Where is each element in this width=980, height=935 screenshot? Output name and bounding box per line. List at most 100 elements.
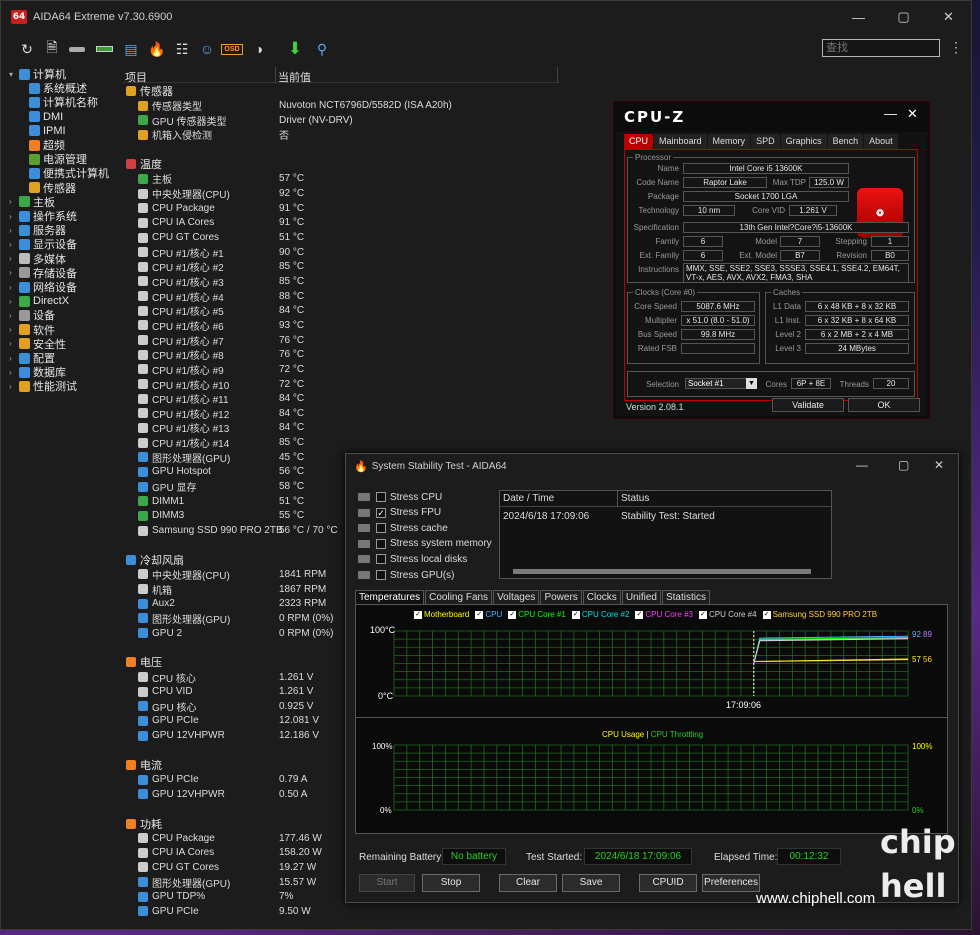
sensor-row[interactable]: GPU 核心 0.925 V [126, 699, 313, 714]
legend-item[interactable]: ✓ Samsung SSD 990 PRO 2TB [762, 610, 877, 619]
expand-right-icon[interactable]: › [9, 240, 19, 249]
tree-item[interactable]: › 多媒体 [9, 252, 66, 266]
tree-item[interactable]: › 数据库 [9, 365, 66, 379]
legend-item[interactable]: ✓ CPU Core #2 [571, 610, 629, 619]
sensor-row[interactable]: CPU VID 1.261 V [126, 685, 313, 699]
sensor-row[interactable]: GPU 12VHPWR 12.186 V [126, 729, 319, 743]
sensor-row[interactable]: CPU #1/核心 #9 72 °C [126, 362, 304, 377]
sensor-section-header[interactable]: 功耗 [126, 817, 162, 831]
save-button[interactable]: Save [562, 874, 620, 892]
expand-right-icon[interactable]: › [9, 197, 19, 206]
tree-item[interactable]: › 服务器 [9, 223, 66, 237]
stop-button[interactable]: Stop [422, 874, 480, 892]
legend-item[interactable]: ✓ CPU [475, 610, 502, 619]
sensor-row[interactable]: CPU #1/核心 #7 76 °C [126, 333, 304, 348]
sensor-row[interactable]: CPU Package 177.46 W [126, 831, 322, 845]
cpuz-tab[interactable]: Mainboard [654, 134, 707, 149]
horizontal-scrollbar[interactable] [513, 569, 811, 574]
sensor-row[interactable]: CPU Package 91 °C [126, 201, 304, 215]
expand-right-icon[interactable]: › [9, 254, 19, 263]
tree-item[interactable]: › 安全性 [9, 337, 66, 351]
sensor-row[interactable]: DIMM3 55 °C [126, 509, 304, 523]
sensor-row[interactable]: Aux2 2323 RPM [126, 597, 326, 611]
column-resize-handle[interactable] [275, 67, 276, 83]
stress-option[interactable]: Stress CPU [358, 490, 442, 504]
more-options-icon[interactable]: ⋮ [949, 39, 963, 56]
clear-button[interactable]: Clear [499, 874, 557, 892]
sensor-row[interactable]: 主板 57 °C [126, 172, 304, 186]
computer-icon[interactable]: ▤ [121, 39, 141, 59]
tree-item[interactable]: › 存储设备 [9, 266, 77, 280]
cpuz-tab[interactable]: SPD [751, 134, 780, 149]
sensor-row[interactable]: GPU 传感器类型 Driver (NV-DRV) [126, 113, 353, 128]
sensor-section-header[interactable]: 温度 [126, 157, 162, 171]
ok-button[interactable]: OK [848, 398, 920, 412]
stress-checkbox[interactable] [376, 554, 386, 565]
expand-right-icon[interactable]: › [9, 325, 19, 334]
sensor-row[interactable]: CPU #1/核心 #3 85 °C [126, 274, 304, 289]
legend-item[interactable]: ✓ CPU Core #1 [508, 610, 566, 619]
stress-option[interactable]: Stress cache [358, 521, 448, 535]
search-input[interactable] [822, 39, 940, 57]
legend-checkbox[interactable]: ✓ [762, 610, 771, 619]
legend-checkbox[interactable]: ✓ [414, 610, 422, 619]
sensor-row[interactable]: CPU #1/核心 #12 84 °C [126, 406, 304, 421]
sensor-row[interactable]: CPU #1/核心 #4 88 °C [126, 289, 304, 304]
cpuid-button[interactable]: CPUID [639, 874, 697, 892]
sensor-section-header[interactable]: 冷却风扇 [126, 553, 184, 567]
legend-item[interactable]: ✓ Motherboard [414, 610, 469, 619]
expand-right-icon[interactable]: › [9, 212, 19, 221]
selection-dropdown[interactable]: Socket #1 [685, 378, 755, 389]
sensor-row[interactable]: CPU #1/核心 #13 84 °C [126, 421, 304, 435]
column-resize-handle[interactable] [557, 67, 558, 83]
tree-item[interactable]: › 配置 [9, 351, 55, 365]
tree-item[interactable]: 计算机名称 [29, 95, 98, 109]
sensor-row[interactable]: CPU 核心 1.261 V [126, 670, 313, 685]
cpuz-tab[interactable]: Graphics [780, 134, 827, 149]
stress-checkbox[interactable] [376, 570, 386, 580]
sensor-section-header[interactable]: 电压 [126, 655, 162, 669]
sensor-row[interactable]: 图形处理器(GPU) 15.57 W [126, 875, 316, 890]
preferences-button[interactable]: Preferences [702, 874, 760, 892]
graph-tab[interactable]: Cooling Fans [425, 590, 493, 604]
log-col-date[interactable]: Date / Time [503, 493, 554, 504]
close-icon[interactable]: ✕ [934, 458, 944, 472]
maximize-icon[interactable]: ▢ [898, 458, 909, 472]
cpuz-tab[interactable]: About [864, 134, 898, 149]
graph-tab[interactable]: Statistics [661, 590, 710, 604]
sensor-row[interactable]: CPU #1/核心 #10 72 °C [126, 377, 304, 392]
sensor-row[interactable]: GPU 2 0 RPM (0%) [126, 626, 333, 640]
legend-checkbox[interactable]: ✓ [635, 610, 644, 619]
sensor-row[interactable]: 机箱入侵检测 否 [126, 128, 289, 142]
sensor-row[interactable]: 中央处理器(CPU) 92 °C [126, 187, 304, 201]
expand-down-icon[interactable]: ▾ [9, 70, 19, 79]
tree-item[interactable]: › DirectX [9, 294, 69, 308]
flame-icon[interactable]: 🔥 [147, 39, 167, 59]
stress-checkbox[interactable] [376, 523, 386, 534]
maximize-icon[interactable]: ▢ [881, 1, 926, 33]
expand-right-icon[interactable]: › [9, 382, 19, 391]
sensor-row[interactable]: 传感器类型 Nuvoton NCT6796D/5582D (ISA A20h) [126, 99, 452, 113]
sensor-row[interactable]: GPU Hotspot 56 °C [126, 465, 304, 479]
tree-item[interactable]: IPMI [29, 124, 66, 138]
legend-item[interactable]: ✓ CPU Core #4 [698, 610, 757, 619]
sensor-row[interactable]: GPU PCIe 9.50 W [126, 904, 311, 918]
expand-right-icon[interactable]: › [9, 368, 19, 377]
validate-button[interactable]: Validate [772, 398, 844, 412]
sensor-row[interactable]: GPU PCIe 12.081 V [126, 714, 319, 728]
sensor-row[interactable]: CPU GT Cores 19.27 W [126, 860, 316, 874]
tree-item[interactable]: DMI [29, 110, 63, 124]
tree-item[interactable]: ▾ 计算机 [9, 67, 66, 81]
sensor-row[interactable]: CPU #1/核心 #5 84 °C [126, 304, 304, 318]
tree-item[interactable]: › 操作系统 [9, 209, 77, 223]
expand-right-icon[interactable]: › [9, 268, 19, 277]
tree-item[interactable]: › 显示设备 [9, 237, 77, 251]
log-col-status[interactable]: Status [621, 493, 649, 504]
expand-right-icon[interactable]: › [9, 297, 19, 306]
stress-option[interactable]: Stress local disks [358, 552, 467, 566]
cpuz-tab[interactable]: Memory [707, 134, 751, 149]
minimize-icon[interactable]: — [836, 1, 881, 33]
sensor-section-header[interactable]: 电流 [126, 758, 162, 772]
sensor-row[interactable]: CPU #1/核心 #14 85 °C [126, 436, 304, 450]
sensor-row[interactable]: CPU IA Cores 91 °C [126, 216, 304, 230]
